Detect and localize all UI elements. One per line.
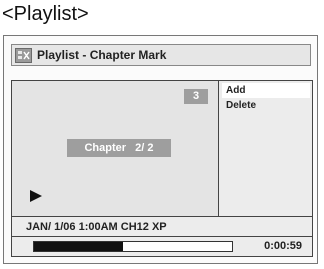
- video-preview: 3 Chapter 2/ 2: [12, 81, 219, 216]
- menu-item-delete[interactable]: Delete: [222, 98, 310, 113]
- playlist-window: Playlist - Chapter Mark 3 Chapter 2/ 2 A…: [3, 35, 318, 264]
- time-readout: 0:00:59: [264, 240, 302, 252]
- window-titlebar: Playlist - Chapter Mark: [11, 44, 311, 66]
- chapter-count-badge: 3: [184, 89, 208, 104]
- progress-bar[interactable]: [33, 241, 233, 252]
- action-menu: Add Delete: [220, 81, 312, 216]
- main-panel: 3 Chapter 2/ 2 Add Delete: [11, 80, 313, 217]
- menu-item-add[interactable]: Add: [222, 83, 310, 98]
- page-heading: <Playlist>: [2, 3, 89, 25]
- play-icon: [30, 190, 42, 202]
- recording-info: JAN/ 1/06 1:00AM CH12 XP: [11, 217, 313, 237]
- window-title: Playlist - Chapter Mark: [37, 48, 167, 62]
- progress-fill: [34, 242, 124, 251]
- disc-edit-icon: [15, 47, 32, 63]
- progress-row: 0:00:59: [11, 237, 313, 257]
- chapter-indicator: Chapter 2/ 2: [67, 139, 171, 157]
